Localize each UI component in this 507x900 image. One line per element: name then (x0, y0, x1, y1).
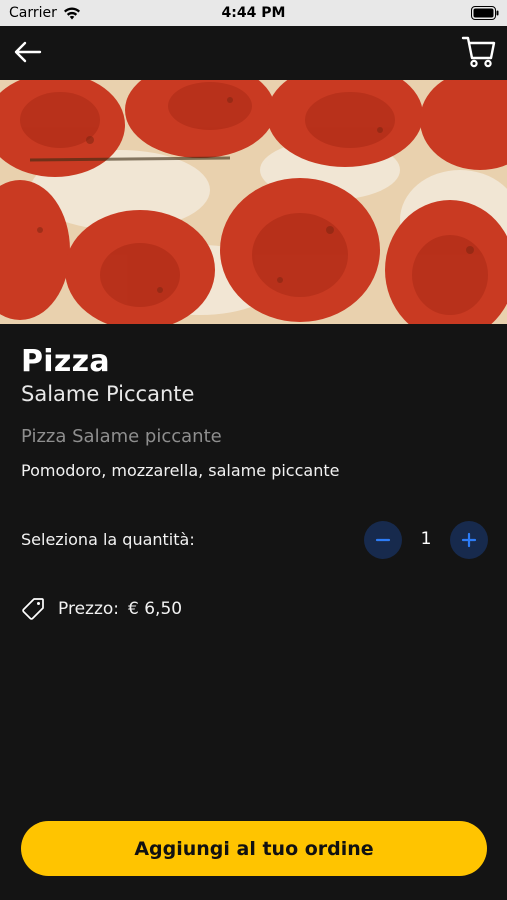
pizza-image (0, 80, 507, 324)
minus-icon (375, 538, 391, 542)
battery-icon (471, 6, 499, 20)
add-to-order-button[interactable]: Aggiungi al tuo ordine (21, 821, 487, 876)
price-row: Prezzo: € 6,50 (21, 597, 182, 621)
status-bar: Carrier 4:44 PM (0, 0, 507, 26)
product-category: Pizza (21, 344, 110, 379)
product-image-carousel[interactable] (0, 80, 507, 324)
product-ingredients: Pomodoro, mozzarella, salame piccante (21, 461, 340, 480)
price-tag-icon (22, 598, 44, 620)
back-button[interactable] (12, 38, 44, 66)
product-description: Pizza Salame piccante (21, 426, 222, 447)
price-label: Prezzo: (58, 599, 120, 619)
quantity-label: Seleziona la quantità: (21, 530, 195, 549)
price-value: € 6,50 (128, 599, 183, 619)
product-name: Salame Piccante (21, 382, 195, 406)
plus-icon (461, 532, 477, 548)
decrease-quantity-button[interactable] (364, 521, 402, 559)
quantity-value: 1 (420, 529, 432, 549)
increase-quantity-button[interactable] (450, 521, 488, 559)
nav-bar (0, 26, 507, 80)
cart-button[interactable] (461, 34, 497, 68)
clock: 4:44 PM (221, 5, 286, 21)
cart-icon (461, 36, 496, 68)
arrow-left-icon (14, 41, 42, 63)
